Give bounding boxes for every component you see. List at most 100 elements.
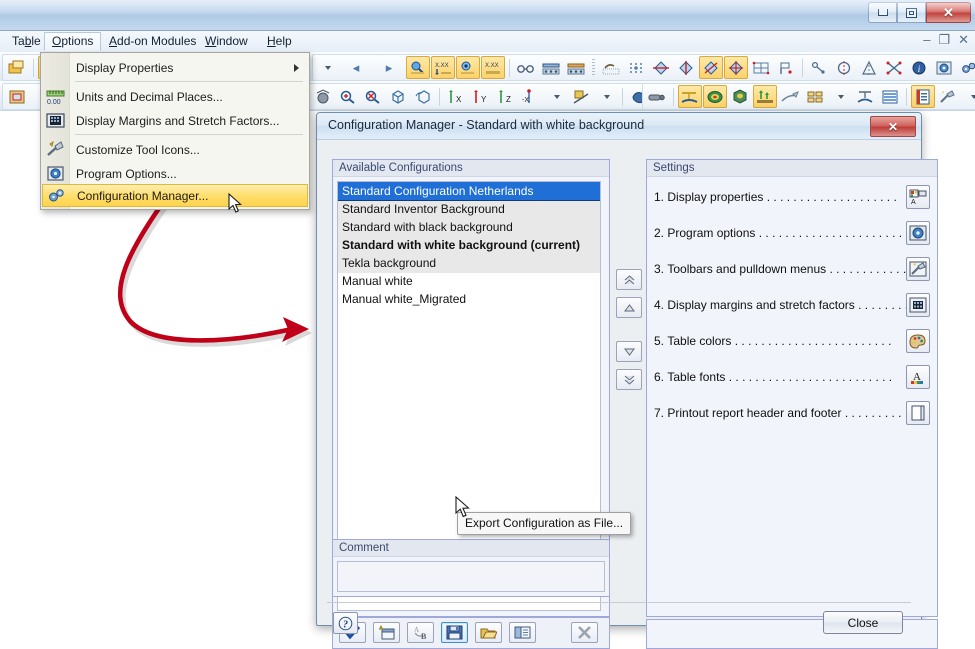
axis-rotate-all-icon[interactable] [724, 56, 748, 79]
support-beam-alt-icon[interactable] [564, 56, 588, 79]
dialog-title-bar[interactable]: Configuration Manager - Standard with wh… [317, 113, 921, 140]
support-beam-icon[interactable] [539, 56, 563, 79]
panels-icon[interactable] [803, 85, 827, 108]
mesh-load-icon[interactable] [599, 56, 623, 79]
printout-report-icon[interactable] [911, 85, 935, 108]
copy-configuration-button[interactable] [509, 622, 536, 643]
axis-rotate-x-icon[interactable] [649, 56, 673, 79]
program-options-icon[interactable] [906, 221, 930, 245]
new-file-icon[interactable] [5, 56, 29, 79]
caret-icon[interactable] [315, 56, 339, 79]
select-region-icon[interactable] [5, 85, 29, 108]
settings-row-program-options[interactable]: 2. Program options . . . . . . . . . . .… [654, 220, 930, 246]
window-close-button[interactable]: ✕ [926, 2, 971, 23]
view-cube-icon[interactable] [386, 85, 410, 108]
dialog-close-button[interactable]: ✕ [870, 116, 916, 137]
list-item[interactable]: Standard Configuration Netherlands [338, 182, 600, 200]
cross-nodes-icon[interactable] [882, 56, 906, 79]
axis-curve-icon[interactable] [853, 85, 877, 108]
menu-options[interactable]: Options [44, 32, 101, 51]
help-button[interactable]: ? [333, 612, 358, 634]
menu-item-display-margins-and-stretch-factors[interactable]: Display Margins and Stretch Factors... [42, 109, 308, 132]
chevron-down-icon[interactable] [594, 85, 618, 108]
info-icon[interactable]: i [907, 56, 931, 79]
perspective-icon[interactable] [569, 85, 593, 108]
list-item[interactable]: Standard Inventor Background [338, 200, 600, 218]
point-grid-icon[interactable] [624, 56, 648, 79]
decimal-format-icon[interactable]: X.XX [481, 56, 505, 79]
mirror-vertical-icon[interactable] [832, 56, 856, 79]
visibility-eye-icon[interactable] [456, 56, 480, 79]
window-restore-button[interactable] [897, 2, 926, 23]
menu-item-customize-tool-icons[interactable]: Customize Tool Icons... [42, 138, 308, 161]
view-cube-rotate-icon[interactable] [411, 85, 435, 108]
pen-result-icon[interactable] [778, 85, 802, 108]
delete-configuration-button[interactable] [571, 622, 598, 643]
list-item[interactable]: Standard with black background [338, 218, 600, 236]
font-icon[interactable]: A [906, 365, 930, 389]
menu-item-display-properties[interactable]: Display Properties [42, 56, 308, 79]
report-icon[interactable] [906, 401, 930, 425]
nav-next-icon[interactable]: ▸ [373, 56, 405, 79]
mirror-triangle-icon[interactable] [857, 56, 881, 79]
view-z-axis-icon[interactable]: Z [494, 85, 518, 108]
move-up-button[interactable] [616, 297, 642, 318]
close-button[interactable]: Close [823, 611, 903, 634]
toolbars-icon[interactable] [906, 257, 930, 281]
window-minimize-button[interactable] [868, 2, 897, 23]
deformation-icon[interactable] [678, 85, 702, 108]
menu-item-program-options[interactable]: Program Options... [42, 162, 308, 185]
mdi-close-button[interactable]: ✕ [958, 33, 969, 47]
settings-row-table-colors[interactable]: 5. Table colors . . . . . . . . . . . . … [654, 328, 930, 354]
chevron-down-icon[interactable] [828, 85, 852, 108]
zoom-out-icon[interactable] [361, 85, 385, 108]
view-negative-x-icon[interactable]: -X [519, 85, 543, 108]
list-item[interactable]: Standard with white background (current) [338, 236, 600, 254]
nav-previous-icon[interactable]: ◂ [340, 56, 372, 79]
solid-contour-icon[interactable] [728, 85, 752, 108]
list-item[interactable]: Tekla background [338, 254, 600, 272]
list-item[interactable]: Manual white_Migrated [338, 290, 600, 308]
view-y-axis-icon[interactable]: Y [469, 85, 493, 108]
settings-row-toolbars-and-pulldown-menus[interactable]: 3. Toolbars and pulldown menus . . . . .… [654, 256, 930, 282]
axis-rotate-z-icon[interactable] [699, 56, 723, 79]
settings-disc-icon[interactable] [932, 56, 956, 79]
toolbar-grip[interactable] [592, 59, 595, 77]
import-configuration-button[interactable] [475, 622, 502, 643]
view-x-axis-icon[interactable]: X [444, 85, 468, 108]
list-item[interactable]: Manual white [338, 272, 600, 290]
menu-window[interactable]: Window [197, 32, 256, 51]
decimal-places-icon[interactable]: X.XX [431, 56, 455, 79]
margins-icon[interactable] [906, 293, 930, 317]
move-down-button[interactable] [616, 341, 642, 362]
settings-row-display-properties[interactable]: 1. Display properties . . . . . . . . . … [654, 184, 930, 210]
grid-nodes-icon[interactable] [749, 56, 773, 79]
snap-point-icon[interactable] [807, 56, 831, 79]
chevron-down-icon[interactable] [961, 85, 975, 108]
flag-node-icon[interactable] [774, 56, 798, 79]
menu-help[interactable]: Help [259, 32, 300, 51]
result-arrows-icon[interactable] [753, 85, 777, 108]
magnifier-value-icon[interactable] [406, 56, 430, 79]
settings-row-table-fonts[interactable]: 6. Table fonts . . . . . . . . . . . . .… [654, 364, 930, 390]
new-configuration-button[interactable] [373, 622, 400, 643]
mdi-restore-button[interactable]: ❐ [938, 33, 950, 47]
menu-item-units-and-decimal-places[interactable]: 0.00 Units and Decimal Places... [42, 85, 308, 108]
mdi-minimize-button[interactable]: – [923, 33, 930, 47]
rename-configuration-button[interactable]: AB [407, 622, 434, 643]
menu-table[interactable]: Table [4, 32, 49, 51]
glasses-icon[interactable] [514, 56, 538, 79]
customize-tools-icon[interactable] [936, 85, 960, 108]
table-results-icon[interactable] [878, 85, 902, 108]
settings-row-printout-report-header-and-footer[interactable]: 7. Printout report header and footer . .… [654, 400, 930, 426]
move-to-top-button[interactable] [616, 269, 642, 290]
config-gears-icon[interactable] [957, 56, 975, 79]
export-configuration-button[interactable] [441, 622, 468, 643]
chevron-down-icon[interactable] [544, 85, 568, 108]
load-case-icon[interactable] [645, 85, 669, 108]
render-mode-icon[interactable] [311, 85, 335, 108]
display-properties-icon[interactable]: A [906, 185, 930, 209]
palette-icon[interactable] [906, 329, 930, 353]
menu-item-configuration-manager[interactable]: Configuration Manager... [42, 184, 308, 207]
axis-rotate-y-icon[interactable] [674, 56, 698, 79]
